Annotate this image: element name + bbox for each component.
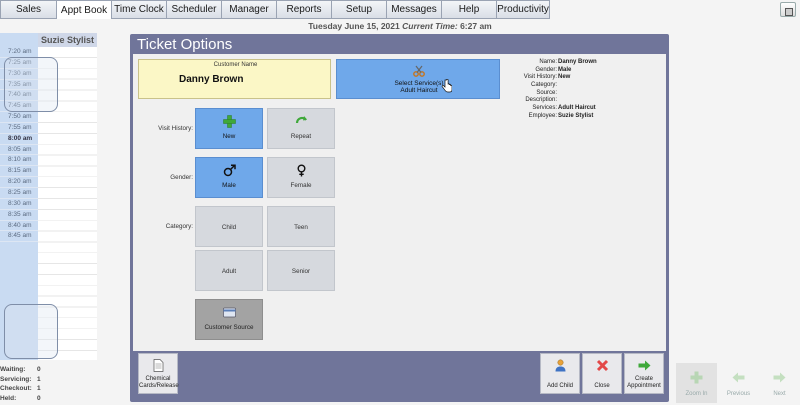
close-button[interactable]: Close [582, 353, 622, 394]
person-icon [555, 359, 566, 372]
dialog-title: Ticket Options [137, 36, 233, 53]
tab-productivity[interactable]: Productivity [497, 0, 550, 19]
tab-time-clock[interactable]: Time Clock [112, 0, 167, 19]
customer-name-label: Customer Name [213, 62, 258, 68]
customer-name-field[interactable]: Customer Name Danny Brown [138, 59, 331, 99]
dialog-footer: Chemical Cards/Release Add Child Close C… [130, 351, 669, 402]
tab-setup[interactable]: Setup [332, 0, 387, 19]
previous-button[interactable]: Previous [718, 363, 759, 403]
tab-help[interactable]: Help [442, 0, 497, 19]
summary-row: Employee: Suzie Stylist [528, 112, 594, 119]
zoom-in-button[interactable]: Zoom In [676, 363, 717, 403]
time-slot: 8:20 am [0, 177, 38, 188]
tab-sales[interactable]: Sales [0, 0, 57, 19]
service-title: Select Service(s) [394, 80, 444, 87]
hand-cursor-icon [442, 79, 452, 93]
tab-reports[interactable]: Reports [277, 0, 332, 19]
time-slot: 7:55 am [0, 123, 38, 134]
service-value: Adult Haircut [400, 87, 438, 94]
time-slot: 8:10 am [0, 155, 38, 167]
stylist-header[interactable]: Suzie Stylist [38, 33, 97, 47]
customer-name-value: Danny Brown [179, 74, 244, 85]
dialog-body: Customer Name Danny Brown Select Service… [133, 54, 666, 351]
add-child-button[interactable]: Add Child [540, 353, 580, 394]
current-date: Tuesday June 15, 2021 [308, 21, 400, 31]
summary-row: Name: Danny Brown [539, 59, 597, 65]
appointment-block[interactable] [4, 304, 58, 359]
queue-stats: Waiting: 0 Servicing: 1 Checkout: 1 Held: 0 [0, 366, 97, 404]
current-time: 6:27 am [460, 21, 492, 31]
category-senior-button[interactable]: Senior [267, 250, 335, 291]
scissors-icon [413, 65, 425, 77]
app-root: Sales Appt Book Time Clock Scheduler Man… [0, 0, 800, 405]
time-slot: 8:35 am [0, 210, 38, 221]
top-nav: Sales Appt Book Time Clock Scheduler Man… [0, 0, 800, 19]
arrow-right-icon [638, 360, 651, 371]
visit-repeat-button[interactable]: Repeat [267, 108, 335, 149]
summary-row: Gender: Male [535, 66, 572, 73]
summary-row: Description: [525, 97, 557, 104]
customer-source-button[interactable]: Customer Source [195, 299, 263, 340]
time-slot: 8:15 am [0, 166, 38, 178]
date-bar: Tuesday June 15, 2021 Current Time: 6:27… [0, 19, 800, 33]
select-services-button[interactable]: Select Service(s) Adult Haircut [336, 59, 500, 99]
appointment-block[interactable] [4, 57, 58, 112]
time-slot: 8:45 am [0, 231, 38, 243]
category-teen-button[interactable]: Teen [267, 206, 335, 247]
appointment-schedule: 7:20 am 7:25 am 7:30 am 7:35 am 7:40 am … [0, 33, 97, 360]
time-slot: 8:30 am [0, 199, 38, 210]
time-slot: 7:50 am [0, 112, 38, 123]
female-symbol-icon [297, 164, 306, 177]
time-slot: 8:25 am [0, 188, 38, 199]
male-symbol-icon [223, 164, 236, 177]
plus-icon [223, 115, 236, 128]
summary-row: Category: [530, 82, 557, 89]
current-time-label: Current Time: [402, 21, 458, 31]
tab-appt-book[interactable]: Appt Book [57, 0, 112, 19]
summary-row: Visit History: New [523, 74, 571, 81]
category-label: Category: [165, 223, 193, 230]
ticket-options-dialog: Ticket Options Customer Name Danny Brown… [130, 34, 669, 402]
summary-row: Services: Adult Haircut [532, 105, 596, 112]
chemical-cards-button[interactable]: Chemical Cards/Release [138, 353, 179, 394]
visit-history-label: Visit History: [158, 125, 193, 132]
ticket-summary: Name: Danny Brown Gender: Male Visit Histo… [503, 59, 597, 121]
gender-male-button[interactable]: Male [195, 157, 263, 198]
create-appointment-button[interactable]: Create Appointment [624, 353, 664, 394]
tab-messages[interactable]: Messages [387, 0, 442, 19]
arrow-left-icon [732, 372, 745, 383]
category-child-button[interactable]: Child [195, 206, 263, 247]
stat-row: Servicing: 1 [0, 375, 41, 383]
document-icon [153, 359, 164, 372]
time-slot: 8:40 am [0, 221, 38, 232]
close-icon [596, 359, 609, 372]
stat-row: Held: 0 [0, 394, 41, 402]
tab-manager[interactable]: Manager [222, 0, 277, 19]
stat-row: Checkout: 1 [0, 385, 41, 392]
time-slot: 8:00 am [0, 134, 38, 145]
arrow-right-icon [773, 372, 786, 383]
tab-scheduler[interactable]: Scheduler [167, 0, 222, 19]
repeat-icon [295, 116, 307, 124]
gender-female-button[interactable]: Female [267, 157, 335, 198]
lock-icon[interactable] [780, 2, 796, 17]
summary-row: Source: [536, 89, 557, 96]
category-adult-button[interactable]: Adult [195, 250, 263, 291]
card-icon [223, 307, 236, 318]
stat-row: Waiting: 0 [0, 366, 41, 373]
time-slot: 8:05 am [0, 145, 38, 156]
next-button[interactable]: Next [759, 363, 800, 403]
gender-label: Gender: [170, 174, 193, 181]
visit-new-button[interactable]: New [195, 108, 263, 149]
plus-icon [690, 371, 703, 384]
